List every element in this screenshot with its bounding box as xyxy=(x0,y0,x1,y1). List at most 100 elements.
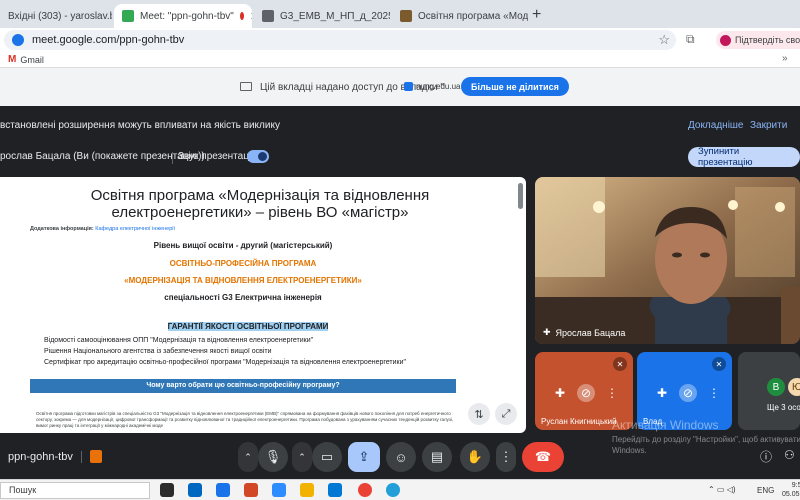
task-view-icon[interactable] xyxy=(160,483,174,497)
pin-icon[interactable]: ✚ xyxy=(653,384,671,402)
microphone-icon: 🎙 xyxy=(264,449,282,464)
profile-avatar xyxy=(720,34,731,46)
pin-icon[interactable]: ✚ xyxy=(551,384,569,402)
bookmark-label: Gmail xyxy=(20,54,44,65)
phone-hangup-icon: ☎ xyxy=(534,449,552,464)
tab-program[interactable]: Освітня програма «Моде ▣ ✕ xyxy=(392,4,528,28)
meeting-code: ppn-gohn-tbv xyxy=(8,450,73,463)
audio-options-button[interactable]: ⌃ xyxy=(238,442,258,472)
more-vert-icon: ⋮ xyxy=(499,449,513,464)
learn-more-link[interactable]: Докладніше xyxy=(688,120,744,131)
tile-controls: ✚ ⊘ ⋮ xyxy=(551,384,621,402)
taskbar-search-input[interactable]: Пошук xyxy=(0,482,150,499)
info-icon[interactable]: ⓘ xyxy=(760,448,772,465)
tab-title: G3_ЕМВ_М_НП_д_2025.pdf xyxy=(280,10,390,22)
reactions-button[interactable]: ☺ xyxy=(386,442,416,472)
close-icon[interactable]: ✕ xyxy=(244,10,252,23)
new-tab-button[interactable]: + xyxy=(532,6,541,24)
department-link[interactable]: Кафедра електричної інженерії xyxy=(95,226,175,232)
close-notice-link[interactable]: Закрити xyxy=(750,120,787,131)
guarantees-list: Відомості самооцінювання ОПП "Модернізац… xyxy=(44,335,406,368)
powerpoint-icon[interactable] xyxy=(244,483,258,497)
chevron-up-icon: ⌃ xyxy=(298,451,306,462)
presentation-sound-toggle[interactable] xyxy=(247,150,269,163)
page-title: Освітня програма «Модернізація та віднов… xyxy=(90,187,430,221)
bookmark-star-icon[interactable]: ☆ xyxy=(658,32,670,48)
people-icon[interactable]: ⚇ xyxy=(784,448,795,462)
resize-arrows-icon[interactable]: ⇅ xyxy=(468,403,490,425)
mute-icon[interactable]: ⊘ xyxy=(679,384,697,402)
specialty: спеціальності G3 Електрична інженерія xyxy=(164,293,322,302)
participant-tile-main[interactable]: ✚ Ярослав Бацала xyxy=(535,177,800,344)
leave-call-button[interactable]: ☎ xyxy=(522,442,564,472)
extensions-notice: встановлені розширення можуть впливати н… xyxy=(0,114,800,138)
meet-icon xyxy=(122,10,134,22)
program-name: «МОДЕРНІЗАЦІЯ ТА ВІДНОВЛЕННЯ ЕЛЕКТРОЕНЕР… xyxy=(124,276,362,285)
system-tray[interactable]: ⌃ ▭ ◁) xyxy=(708,485,736,494)
video-options-button[interactable]: ⌃ xyxy=(292,442,312,472)
tab-pdf[interactable]: G3_ЕМВ_М_НП_д_2025.pdf ✕ xyxy=(254,4,390,28)
store-icon[interactable] xyxy=(188,483,202,497)
more-options-icon[interactable]: ⋮ xyxy=(705,384,723,402)
language-indicator[interactable]: ENG xyxy=(757,486,774,495)
windows-taskbar: Пошук ⌃ ▭ ◁) ENG 9:52 05.05.2 xyxy=(0,479,800,500)
divider xyxy=(80,450,82,463)
edge-icon[interactable] xyxy=(216,483,230,497)
list-item[interactable]: Відомості самооцінювання ОПП "Модернізац… xyxy=(44,335,406,346)
tab-title: Освітня програма «Моде xyxy=(418,10,528,22)
avatar: В xyxy=(767,378,785,396)
stop-presenting-button[interactable]: Зупинити презентацію xyxy=(688,146,800,168)
bookmarks-overflow-icon[interactable]: » xyxy=(782,53,788,64)
bookmark-gmail[interactable]: M Gmail xyxy=(8,54,44,65)
clock[interactable]: 9:52 05.05.2 xyxy=(782,481,800,499)
time: 9:52 xyxy=(791,482,800,489)
verify-identity-button[interactable]: Підтвердіть свою ос xyxy=(716,31,800,49)
tab-gmail[interactable]: Вхідні (303) - yaroslav.batsala@ ✕ xyxy=(0,4,112,28)
extensions-icon[interactable]: ⧉ xyxy=(686,32,695,47)
camera-button[interactable]: ▭ xyxy=(312,442,342,472)
quality-guarantees-heading: ГАРАНТІЇ ЯКОСТІ ОСВІТНЬОЇ ПРОГРАМИ xyxy=(0,322,496,331)
date: 05.05.2 xyxy=(782,491,800,498)
notice-text: встановлені розширення можуть впливати н… xyxy=(0,120,280,131)
fullscreen-icon[interactable]: ⤢ xyxy=(495,403,517,425)
crest-icon xyxy=(400,10,412,22)
chevron-up-icon: ⌃ xyxy=(244,451,252,462)
present-button[interactable]: ⇪ xyxy=(348,442,380,472)
chrome-icon[interactable] xyxy=(358,483,372,497)
windows-activation-title: Активація Windows xyxy=(612,418,719,432)
edge-browser-icon[interactable] xyxy=(328,483,342,497)
participant-name: Руслан Книгницький xyxy=(541,417,617,426)
tab-title: Meet: "ppn-gohn-tbv" xyxy=(140,10,234,22)
mute-icon[interactable]: ⊘ xyxy=(577,384,595,402)
more-options-icon[interactable]: ⋮ xyxy=(603,384,621,402)
scrollbar[interactable] xyxy=(518,183,523,209)
zoom-icon[interactable] xyxy=(272,483,286,497)
pin-icon[interactable]: ✚ xyxy=(543,327,551,338)
additional-info-label: Додаткова інформація: xyxy=(30,226,94,232)
presenter-label: рослав Бацала (Ви (покажете презентацію)… xyxy=(0,151,205,162)
site-info-icon[interactable] xyxy=(12,34,24,46)
captions-button[interactable]: ▤ xyxy=(422,442,452,472)
tab-meet[interactable]: Meet: "ppn-gohn-tbv" ✕ xyxy=(114,4,252,28)
more-options-button[interactable]: ⋮ xyxy=(496,442,516,472)
toggle-knob xyxy=(258,152,267,161)
list-item[interactable]: Рішення Національного агентства із забез… xyxy=(44,346,406,357)
participant-video xyxy=(535,177,800,344)
file-explorer-icon[interactable] xyxy=(300,483,314,497)
bookmarks-bar: M Gmail » xyxy=(0,52,800,68)
avatar: Ю xyxy=(788,378,800,396)
education-level: Рівень вищої освіти - другий (магістерсь… xyxy=(153,241,333,250)
notes-icon[interactable] xyxy=(89,450,102,463)
stop-sharing-button[interactable]: Більше не ділитися xyxy=(461,77,569,96)
list-item[interactable]: Сертифікат про акредитацію освітньо-проф… xyxy=(44,357,406,368)
telegram-icon[interactable] xyxy=(386,483,400,497)
browser-tab-strip: Вхідні (303) - yaroslav.batsala@ ✕ Meet:… xyxy=(0,0,800,28)
site-icon xyxy=(404,82,413,91)
raise-hand-button[interactable]: ✋ xyxy=(460,442,490,472)
camera-icon: ▭ xyxy=(320,449,334,464)
shared-tab-label: nung.edu.ua xyxy=(404,82,461,91)
address-bar[interactable]: meet.google.com/ppn-gohn-tbv ☆ xyxy=(4,30,676,50)
others-count: Ще 3 особ xyxy=(767,403,800,412)
present-screen-icon: ⇪ xyxy=(358,449,370,464)
microphone-button[interactable]: 🎙 xyxy=(258,442,288,472)
